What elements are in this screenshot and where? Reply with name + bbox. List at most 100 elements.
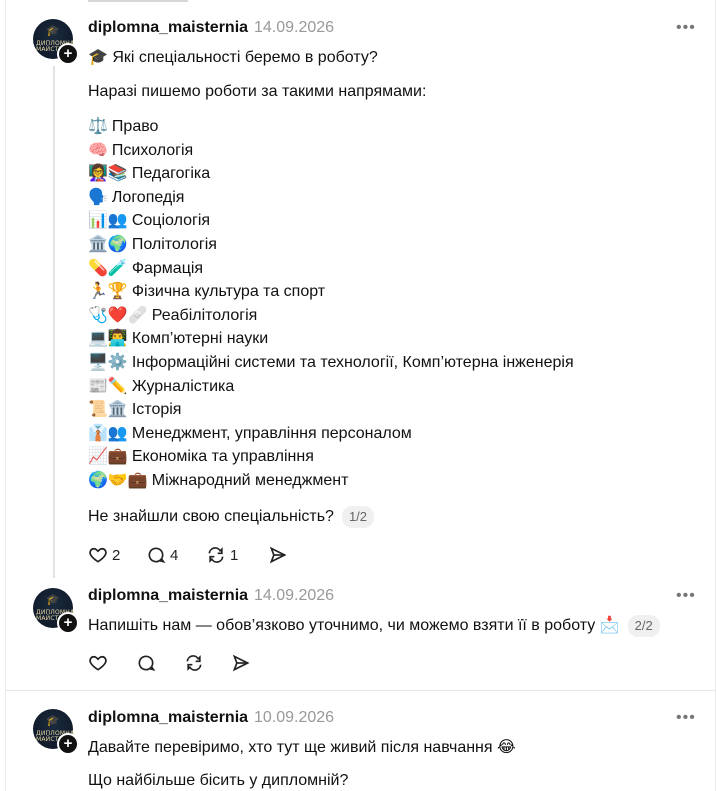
comment-bubble-icon (138, 655, 156, 671)
direction-item: 📜🏛️ Історія (88, 398, 181, 420)
more-options-icon[interactable]: ••• (676, 19, 696, 37)
direction-label: Інформаційні системи та технології, Комп… (131, 354, 574, 371)
direction-item: 📰✏️ Журналістика (88, 375, 234, 397)
thread-line (53, 66, 55, 578)
direction-item: 💻👨‍💻 Комп’ютерні науки (88, 327, 268, 349)
direction-label: Політологія (131, 236, 217, 253)
post-footer: Не знайшли свою спеціальність? 1/2 (88, 506, 375, 528)
direction-emoji-icon: 💊🧪 (88, 257, 128, 277)
avatar[interactable]: 🎓 ДИПЛОМНА МАЙСТЕРНЯ + (33, 588, 79, 634)
direction-item: 🧠 Психологія (88, 139, 193, 161)
direction-item: 🌍🤝💼 Міжнародний менеджмент (88, 469, 348, 491)
direction-label: Психологія (111, 141, 194, 159)
comment-button[interactable] (136, 652, 156, 674)
username[interactable]: diplomna_maisternia (88, 587, 248, 605)
direction-label: Історія (131, 401, 182, 419)
post-text-content: Напишіть нам — обов’язково уточнимо, чи … (88, 617, 620, 635)
share-button[interactable] (231, 652, 251, 674)
like-button[interactable] (88, 652, 108, 674)
direction-item: 💊🧪 Фармація (88, 257, 203, 279)
direction-emoji-icon: 🧠 (88, 139, 108, 159)
thread-pager: 1/2 (341, 506, 375, 528)
post-text: Напишіть нам — обов’язково уточнимо, чи … (88, 615, 660, 637)
direction-label: Фармація (131, 259, 204, 277)
direction-item: 🩺❤️🩹 Реабілітологія (88, 304, 257, 326)
direction-label: Логопедія (111, 188, 185, 206)
comment-count: 4 (170, 546, 179, 564)
post-date[interactable]: 14.09.2026 (254, 587, 334, 605)
avatar[interactable]: 🎓 ДИПЛОМНА МАЙСТЕРНЯ + (33, 19, 79, 65)
direction-item: 🏛️🌍 Політологія (88, 233, 217, 255)
post-date[interactable]: 10.09.2026 (254, 709, 334, 727)
graduation-cap-icon: 🎓 (46, 594, 60, 606)
direction-label: Фізична культура та спорт (131, 283, 326, 301)
post-intro: Наразі пишемо роботи за такими напрямами… (88, 83, 427, 100)
direction-emoji-icon: 💻👨‍💻 (88, 328, 128, 348)
direction-emoji-icon: 🗣️ (88, 186, 108, 206)
frame-right-border (715, 0, 716, 791)
direction-label: Право (111, 118, 159, 135)
graduation-cap-icon: 🎓 (46, 715, 60, 727)
direction-label: Комп’ютерні науки (131, 330, 269, 348)
more-options-icon[interactable]: ••• (676, 709, 696, 727)
direction-item: 🗣️ Логопедія (88, 186, 184, 208)
direction-emoji-icon: 📈💼 (88, 446, 128, 466)
direction-item: 👔👥 Менеджмент, управління персоналом (88, 422, 412, 444)
post-divider (5, 690, 716, 691)
thread-pager: 2/2 (627, 615, 660, 637)
follow-plus-icon[interactable]: + (57, 612, 79, 634)
follow-plus-icon[interactable]: + (57, 43, 79, 65)
direction-emoji-icon: 🌍🤝💼 (88, 470, 148, 489)
direction-item: 📊👥 Соціологія (88, 209, 210, 231)
direction-label: Журналістика (131, 377, 235, 395)
repost-icon (186, 655, 202, 671)
graduation-cap-icon: 🎓 (46, 25, 60, 37)
avatar[interactable]: 🎓 ДИПЛОМНА МАЙСТЕРНЯ + (33, 709, 79, 755)
heart-icon (89, 547, 107, 563)
direction-label: Менеджмент, управління персоналом (131, 424, 412, 442)
direction-emoji-icon: 🩺❤️🩹 (88, 304, 148, 324)
direction-emoji-icon: 📊👥 (88, 210, 128, 230)
frame-left-border (5, 0, 6, 791)
repost-button[interactable] (184, 652, 204, 674)
direction-emoji-icon: 🖥️⚙️ (88, 352, 128, 371)
footer-text: Не знайшли свою спеціальність? (88, 508, 334, 526)
repost-count: 1 (230, 546, 239, 564)
post-text-line-2: Що найбільше бісить у дипломній? (88, 772, 349, 789)
direction-emoji-icon: 📰✏️ (88, 375, 128, 395)
post-text-line-1: Давайте перевіримо, хто тут ще живий піс… (88, 739, 516, 756)
heart-icon (89, 655, 107, 671)
username[interactable]: diplomna_maisternia (88, 19, 248, 37)
comment-bubble-icon (148, 547, 166, 563)
direction-item: ⚖️ Право (88, 115, 158, 137)
post-date[interactable]: 14.09.2026 (254, 19, 334, 37)
like-button[interactable]: 2 (88, 544, 120, 566)
direction-item: 📈💼 Економіка та управління (88, 445, 314, 467)
direction-emoji-icon: 📜🏛️ (88, 399, 128, 419)
top-edge-line (88, 0, 188, 2)
like-count: 2 (112, 546, 121, 564)
comment-button[interactable]: 4 (146, 544, 178, 566)
direction-item: 👩‍🏫📚 Педагогіка (88, 162, 210, 184)
direction-emoji-icon: 👩‍🏫📚 (88, 163, 128, 183)
repost-icon (208, 547, 224, 563)
direction-label: Міжнародний менеджмент (151, 472, 349, 489)
direction-label: Реабілітологія (151, 306, 258, 324)
direction-label: Економіка та управління (131, 448, 314, 466)
share-send-icon (232, 654, 250, 672)
share-send-icon (269, 546, 287, 564)
more-options-icon[interactable]: ••• (676, 587, 696, 605)
post-actions: 2 4 1 (88, 544, 308, 566)
direction-item: 🏃🏆 Фізична культура та спорт (88, 280, 325, 302)
direction-emoji-icon: 🏃🏆 (88, 281, 128, 301)
username[interactable]: diplomna_maisternia (88, 709, 248, 727)
direction-label: Соціологія (131, 212, 211, 230)
direction-item: 🖥️⚙️ Інформаційні системи та технології, … (88, 351, 574, 373)
direction-emoji-icon: 👔👥 (88, 422, 128, 442)
share-button[interactable] (268, 544, 288, 566)
follow-plus-icon[interactable]: + (57, 733, 79, 755)
direction-label: Педагогіка (131, 165, 211, 183)
repost-button[interactable]: 1 (206, 544, 238, 566)
direction-emoji-icon: 🏛️🌍 (88, 234, 128, 253)
direction-emoji-icon: ⚖️ (88, 116, 108, 135)
